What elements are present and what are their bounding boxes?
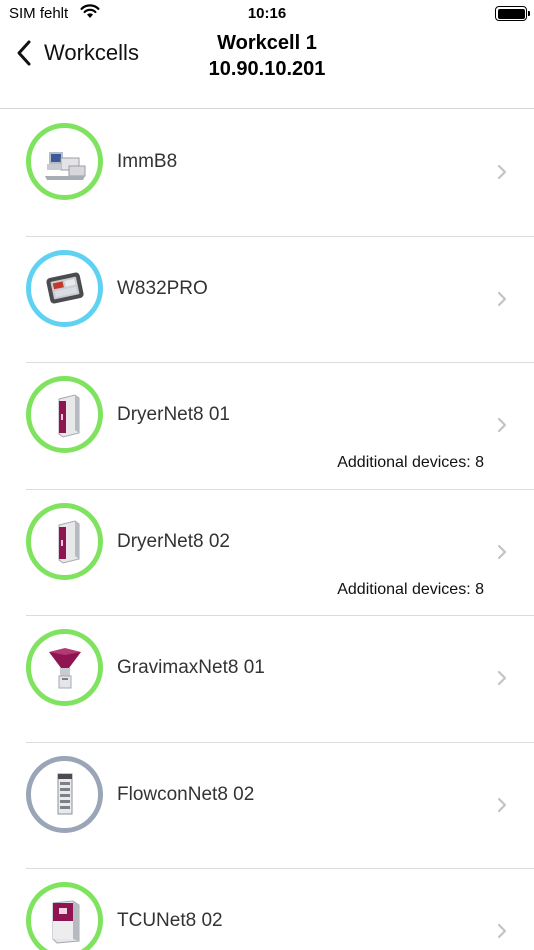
device-name: GravimaxNet8 01 xyxy=(117,657,265,678)
battery-fill xyxy=(497,8,525,19)
gravimetric-blender-icon xyxy=(39,642,91,694)
flow-controller-icon xyxy=(39,768,91,820)
device-row-dryernet8-01[interactable]: DryerNet8 01 Additional devices: 8 xyxy=(0,362,534,489)
status-time: 10:16 xyxy=(247,5,287,22)
temperature-control-unit-icon xyxy=(39,895,91,947)
device-name: TCUNet8 02 xyxy=(117,910,223,931)
chevron-right-icon xyxy=(497,670,507,686)
device-status-ring xyxy=(26,249,103,327)
device-status-ring xyxy=(26,755,103,833)
device-row-gravimaxnet8-01[interactable]: GravimaxNet8 01 xyxy=(0,615,534,742)
status-bar: SIM fehlt 10:16 xyxy=(0,0,534,26)
battery-icon xyxy=(495,6,530,21)
device-row-flowconnet8-02[interactable]: FlowconNet8 02 xyxy=(0,741,534,869)
chevron-right-icon xyxy=(497,164,507,180)
device-row-w832pro[interactable]: W832PRO xyxy=(0,235,534,363)
device-status-ring xyxy=(26,376,103,453)
dryer-cabinet-icon xyxy=(39,389,91,441)
chevron-right-icon xyxy=(497,797,507,812)
injection-molding-machine-icon xyxy=(39,136,91,188)
additional-devices-label: Additional devices: 8 xyxy=(337,580,484,598)
device-status-ring xyxy=(26,629,103,706)
workcell-ip-address: 10.90.10.201 xyxy=(208,58,326,80)
device-name: DryerNet8 01 xyxy=(117,404,230,425)
device-status-ring xyxy=(26,123,103,200)
device-row-tcunet8-02[interactable]: TCUNet8 02 xyxy=(0,868,534,950)
chevron-right-icon xyxy=(497,417,507,433)
device-row-immb8[interactable]: ImmB8 xyxy=(0,109,534,236)
device-name: FlowconNet8 02 xyxy=(117,783,255,805)
additional-devices-label: Additional devices: 8 xyxy=(337,454,484,471)
navigation-bar: Workcells Workcell 1 10.90.10.201 xyxy=(0,26,534,109)
device-row-dryernet8-02[interactable]: DryerNet8 02 Additional devices: 8 xyxy=(0,488,534,616)
workcell-name: Workcell 1 xyxy=(217,32,317,54)
chevron-right-icon xyxy=(497,544,507,559)
page-title: Workcell 1 10.90.10.201 xyxy=(0,30,534,82)
device-status-ring xyxy=(26,502,103,580)
device-list: ImmB8 W832PRO DryerNet8 01 Additional devic… xyxy=(0,109,534,950)
device-name: ImmB8 xyxy=(117,151,178,172)
device-name: W832PRO xyxy=(117,277,208,299)
chevron-right-icon xyxy=(497,291,507,306)
device-status-ring xyxy=(26,882,103,950)
device-name: DryerNet8 02 xyxy=(117,530,230,552)
dryer-cabinet-icon xyxy=(39,515,91,567)
chevron-right-icon xyxy=(497,923,507,939)
tablet-controller-icon xyxy=(39,262,91,314)
